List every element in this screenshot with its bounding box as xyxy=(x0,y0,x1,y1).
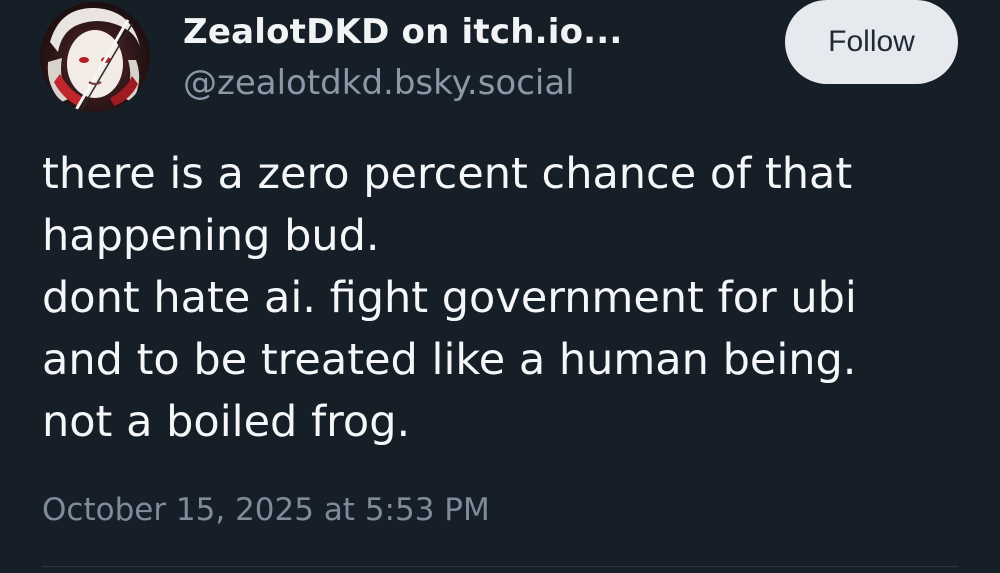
post-text-line: dont hate ai. fight government for ubi xyxy=(42,273,857,323)
post-text-line: and to be treated like a human being. xyxy=(42,335,857,385)
post-text-line: there is a zero percent chance of that xyxy=(42,149,853,199)
avatar-illustration-icon xyxy=(40,2,150,112)
post-timestamp[interactable]: October 15, 2025 at 5:53 PM xyxy=(42,492,490,528)
author-handle[interactable]: @zealotdkd.bsky.social xyxy=(183,63,575,103)
author-display-name[interactable]: ZealotDKD on itch.io... xyxy=(183,12,623,52)
divider xyxy=(42,566,958,567)
post-text: there is a zero percent chance of that h… xyxy=(42,143,962,453)
post-text-line: happening bud. xyxy=(42,211,380,261)
follow-button[interactable]: Follow xyxy=(785,0,958,84)
avatar[interactable] xyxy=(40,2,150,112)
post-text-line: not a boiled frog. xyxy=(42,397,411,447)
post-card: ZealotDKD on itch.io... @zealotdkd.bsky.… xyxy=(0,0,1000,573)
